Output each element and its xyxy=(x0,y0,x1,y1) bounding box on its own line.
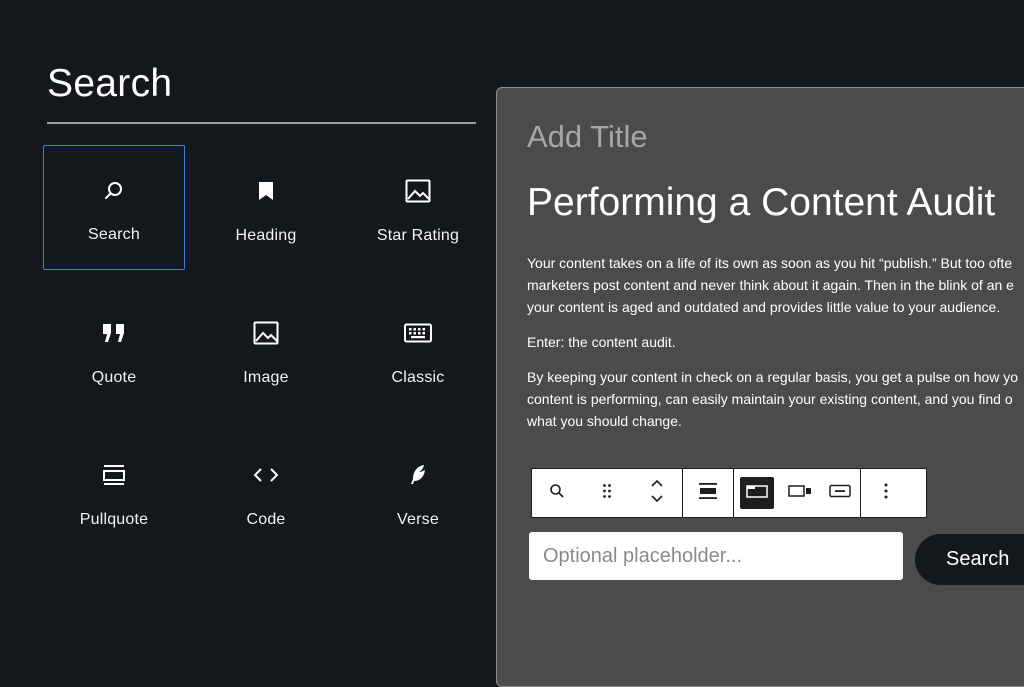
toolbar-group-button-position xyxy=(734,469,861,517)
keyboard-icon xyxy=(404,320,432,346)
toolbar-group-align xyxy=(683,469,734,517)
paragraph-line: marketers post content and never think a… xyxy=(527,277,1014,293)
pullquote-icon xyxy=(101,462,127,488)
search-icon xyxy=(549,483,565,504)
post-title[interactable]: Performing a Content Audit xyxy=(527,181,995,225)
block-item-label: Search xyxy=(88,226,140,243)
block-item-label: Heading xyxy=(235,227,297,244)
search-icon xyxy=(102,178,126,204)
block-item-label: Image xyxy=(243,369,289,386)
search-button[interactable]: Search xyxy=(915,534,1024,585)
drag-handle-icon xyxy=(602,483,612,504)
block-item-classic[interactable]: Classic xyxy=(347,287,489,412)
move-up-down-icon xyxy=(650,478,664,509)
button-outside-button[interactable] xyxy=(780,469,820,517)
paragraph-block[interactable]: By keeping your content in check on a re… xyxy=(527,366,1024,432)
no-button-button[interactable] xyxy=(820,469,860,517)
search-input[interactable] xyxy=(529,532,903,580)
image-icon xyxy=(253,320,279,346)
button-outside-icon xyxy=(788,484,812,503)
paragraph-block[interactable]: Enter: the content audit. xyxy=(527,331,1024,353)
title-placeholder[interactable]: Add Title xyxy=(527,119,648,155)
button-inside-button[interactable] xyxy=(740,477,774,509)
block-item-label: Star Rating xyxy=(376,227,460,244)
drag-handle-button[interactable] xyxy=(582,469,632,517)
block-item-label: Quote xyxy=(91,369,137,386)
block-item-quote[interactable]: Quote xyxy=(43,287,185,412)
align-icon xyxy=(698,482,718,505)
block-toolbar xyxy=(531,468,927,518)
paragraph-line: your content is aged and outdated and pr… xyxy=(527,299,1001,315)
block-item-verse[interactable]: Verse xyxy=(347,429,489,554)
no-button-icon xyxy=(829,484,851,503)
block-item-label: Verse xyxy=(397,511,439,528)
align-button[interactable] xyxy=(683,469,733,517)
block-item-star-rating[interactable]: Star Rating xyxy=(347,145,489,270)
block-item-heading[interactable]: Heading xyxy=(195,145,337,270)
paragraph-block[interactable]: Your content takes on a life of its own … xyxy=(527,252,1024,318)
block-item-image[interactable]: Image xyxy=(195,287,337,412)
more-options-icon xyxy=(884,483,888,504)
paragraph-line: Your content takes on a life of its own … xyxy=(527,255,1013,271)
block-inserter-panel: Search Search Heading Star Rating Quote … xyxy=(0,0,496,665)
quote-icon xyxy=(102,320,126,346)
paragraph-line: content is performing, can easily mainta… xyxy=(527,391,1013,407)
move-up-down-button[interactable] xyxy=(632,469,682,517)
bookmark-icon xyxy=(254,178,278,204)
toolbar-group-more xyxy=(861,469,911,517)
block-item-label: Classic xyxy=(391,369,445,386)
toolbar-group-block xyxy=(532,469,683,517)
inserter-search-heading[interactable]: Search xyxy=(47,62,172,106)
button-inside-icon xyxy=(746,483,768,504)
block-item-search[interactable]: Search xyxy=(43,145,185,270)
block-item-label: Code xyxy=(246,511,286,528)
feather-icon xyxy=(407,462,429,488)
paragraph-line: By keeping your content in check on a re… xyxy=(527,369,1019,385)
more-options-button[interactable] xyxy=(861,469,911,517)
paragraph-line: Enter: the content audit. xyxy=(527,334,676,350)
block-item-label: Pullquote xyxy=(79,511,149,528)
image-icon xyxy=(405,178,431,204)
code-icon xyxy=(252,462,280,488)
block-type-button[interactable] xyxy=(532,469,582,517)
paragraph-line: what you should change. xyxy=(527,413,682,429)
block-item-pullquote[interactable]: Pullquote xyxy=(43,429,185,554)
editor-canvas: Add Title Performing a Content Audit You… xyxy=(496,87,1024,687)
search-underline xyxy=(47,122,476,124)
block-item-code[interactable]: Code xyxy=(195,429,337,554)
